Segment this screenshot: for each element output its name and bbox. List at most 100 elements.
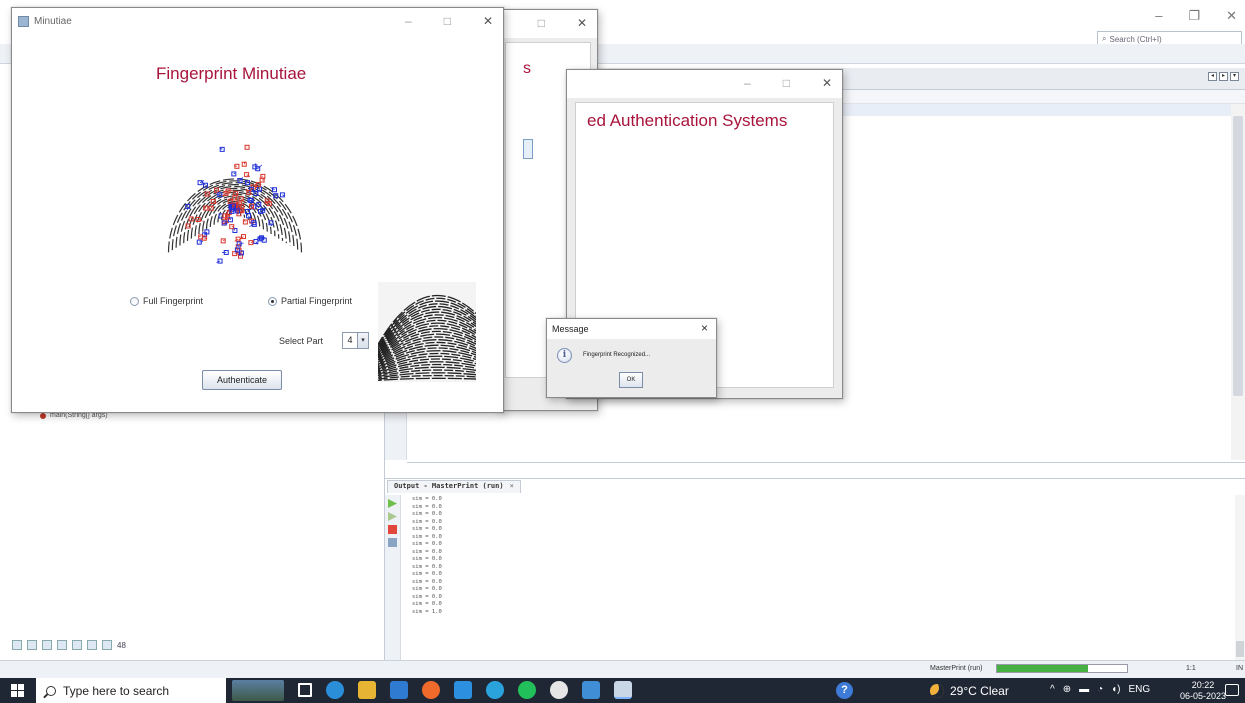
- middle-window-heading: ed Authentication Systems: [587, 111, 788, 130]
- notification-icon[interactable]: [1225, 684, 1239, 696]
- taskbar-search[interactable]: Type here to search: [36, 678, 226, 703]
- static-icon[interactable]: [42, 640, 52, 650]
- chrome-icon[interactable]: [422, 681, 440, 699]
- tab-list-icon[interactable]: ▾: [1230, 72, 1239, 81]
- output-scrollbar-thumb[interactable]: [1236, 641, 1244, 657]
- output-line: sim = 0.0: [412, 556, 442, 562]
- maximize-icon[interactable]: □: [538, 16, 545, 30]
- windows-start-icon[interactable]: [11, 684, 24, 697]
- close-icon[interactable]: ✕: [822, 76, 832, 90]
- status-caret-position: 1:1: [1186, 665, 1196, 672]
- tray-wifi-icon[interactable]: ◔: [1097, 684, 1103, 695]
- editor-divider: [407, 462, 1245, 463]
- minimize-icon[interactable]: –: [744, 76, 751, 90]
- group-icon[interactable]: [102, 640, 112, 650]
- minutiae-titlebar[interactable]: Minutiae – □ ✕: [12, 8, 503, 36]
- output-tab-title: Output - MasterPrint (run): [394, 482, 504, 490]
- radio-full-fingerprint[interactable]: Full Fingerprint: [130, 296, 203, 306]
- radio-partial-fingerprint[interactable]: Partial Fingerprint: [268, 296, 352, 306]
- telegram-icon[interactable]: [486, 681, 504, 699]
- close-icon[interactable]: ✕: [483, 14, 493, 28]
- weather-widget[interactable]: 29°C Clear: [930, 684, 1009, 698]
- ok-button[interactable]: OK: [619, 372, 643, 388]
- tray-network-icon[interactable]: ⊕: [1063, 684, 1071, 695]
- editor-scrollbar[interactable]: [1231, 104, 1245, 460]
- back-window-button[interactable]: [523, 139, 533, 159]
- tray-battery-icon[interactable]: ▬: [1079, 684, 1089, 695]
- back-window-titlebar[interactable]: □ ✕: [499, 10, 597, 38]
- navigator-item-label: main(String[] args): [50, 412, 108, 419]
- output-scrollbar[interactable]: [1235, 495, 1245, 661]
- close-icon[interactable]: ✕: [577, 16, 587, 30]
- mail-icon[interactable]: [390, 681, 408, 699]
- filter-icon[interactable]: [12, 640, 22, 650]
- minutiae-window-controls: – □ ✕: [405, 14, 493, 28]
- rerun-icon[interactable]: [388, 499, 397, 508]
- fields-icon[interactable]: [27, 640, 37, 650]
- minutia-ending: [227, 217, 233, 223]
- maximize-icon[interactable]: □: [783, 76, 790, 90]
- select-part-label: Select Part: [279, 336, 324, 346]
- file-explorer-icon[interactable]: [358, 681, 376, 699]
- message-titlebar[interactable]: Message ×: [547, 319, 716, 339]
- status-insert-mode: IN: [1236, 665, 1243, 672]
- tray-language[interactable]: ENG: [1129, 684, 1151, 695]
- restore-icon[interactable]: ❐: [1188, 8, 1200, 24]
- minutia-direction: [243, 161, 246, 165]
- inherited-icon[interactable]: [72, 640, 82, 650]
- search-highlight-image[interactable]: [232, 680, 284, 701]
- close-icon[interactable]: ✕: [1226, 8, 1237, 24]
- sort-icon[interactable]: [87, 640, 97, 650]
- nonpublic-icon[interactable]: [57, 640, 67, 650]
- edge-icon[interactable]: [326, 681, 344, 699]
- tab-left-arrow-icon[interactable]: ◂: [1208, 72, 1217, 81]
- chevron-down-icon[interactable]: ▾: [357, 333, 368, 348]
- editor-scrollbar-thumb[interactable]: [1233, 116, 1243, 396]
- method-icon: [40, 412, 46, 419]
- windows-taskbar: Type here to search ? 29°C Clear ^ ⊕ ▬ ◔…: [0, 678, 1245, 703]
- authenticate-button[interactable]: Authenticate: [202, 370, 282, 390]
- whatsapp-icon[interactable]: [518, 681, 536, 699]
- select-part-dropdown[interactable]: 4 ▾: [342, 332, 369, 349]
- minutia-direction: [198, 235, 201, 238]
- minimize-icon[interactable]: –: [1155, 8, 1162, 24]
- minutia-direction: [222, 239, 225, 242]
- output-line: sim = 0.0: [412, 586, 442, 592]
- tab-right-arrow-icon[interactable]: ▸: [1219, 72, 1228, 81]
- minimize-icon[interactable]: –: [405, 14, 412, 28]
- task-view-icon[interactable]: [298, 683, 312, 697]
- output-tab-close-icon[interactable]: ×: [510, 482, 514, 492]
- system-tray: ^ ⊕ ▬ ◔ ◖) ENG: [1050, 684, 1150, 695]
- help-icon[interactable]: ?: [836, 682, 853, 699]
- output-line: sim = 0.0: [412, 601, 442, 607]
- minutia-direction: [270, 222, 272, 227]
- settings-gear-icon[interactable]: [550, 681, 568, 699]
- middle-window-titlebar[interactable]: – □ ✕: [567, 70, 842, 98]
- radio-full-indicator[interactable]: [130, 296, 139, 306]
- rerun-with-options-icon[interactable]: [388, 512, 397, 521]
- message-title: Message: [552, 324, 589, 334]
- message-text: Fingerprint Recognized...: [583, 352, 651, 358]
- output-line: sim = 0.0: [412, 593, 442, 600]
- java-app-taskbar-icon[interactable]: [614, 681, 632, 699]
- radio-partial-indicator[interactable]: [268, 296, 277, 306]
- message-dialog: Message × i Fingerprint Recognized... OK: [546, 318, 717, 398]
- message-body: i Fingerprint Recognized... OK: [547, 339, 716, 397]
- store-icon[interactable]: [582, 681, 600, 699]
- minutia-bifurcation: [244, 144, 250, 150]
- tray-chevron-up-icon[interactable]: ^: [1050, 684, 1055, 695]
- taskbar-clock[interactable]: 20:22 06-05-2023: [1180, 680, 1226, 702]
- navigator-item-main[interactable]: main(String[] args): [40, 412, 108, 419]
- clear-output-icon[interactable]: [388, 538, 397, 547]
- status-progress-bar: [996, 664, 1128, 673]
- output-line: sim = 0.0: [412, 526, 442, 532]
- minutia-direction: [204, 237, 208, 240]
- maximize-icon[interactable]: □: [444, 14, 451, 28]
- output-tab[interactable]: Output - MasterPrint (run) ×: [387, 480, 521, 493]
- vscode-icon[interactable]: [454, 681, 472, 699]
- stop-icon[interactable]: [388, 525, 397, 534]
- minutiae-window: Minutiae – □ ✕ Fingerprint Minutiae Full…: [11, 7, 504, 413]
- close-icon[interactable]: ×: [701, 321, 708, 335]
- back-window-heading: s: [523, 60, 531, 77]
- tray-volume-icon[interactable]: ◖): [1111, 684, 1120, 695]
